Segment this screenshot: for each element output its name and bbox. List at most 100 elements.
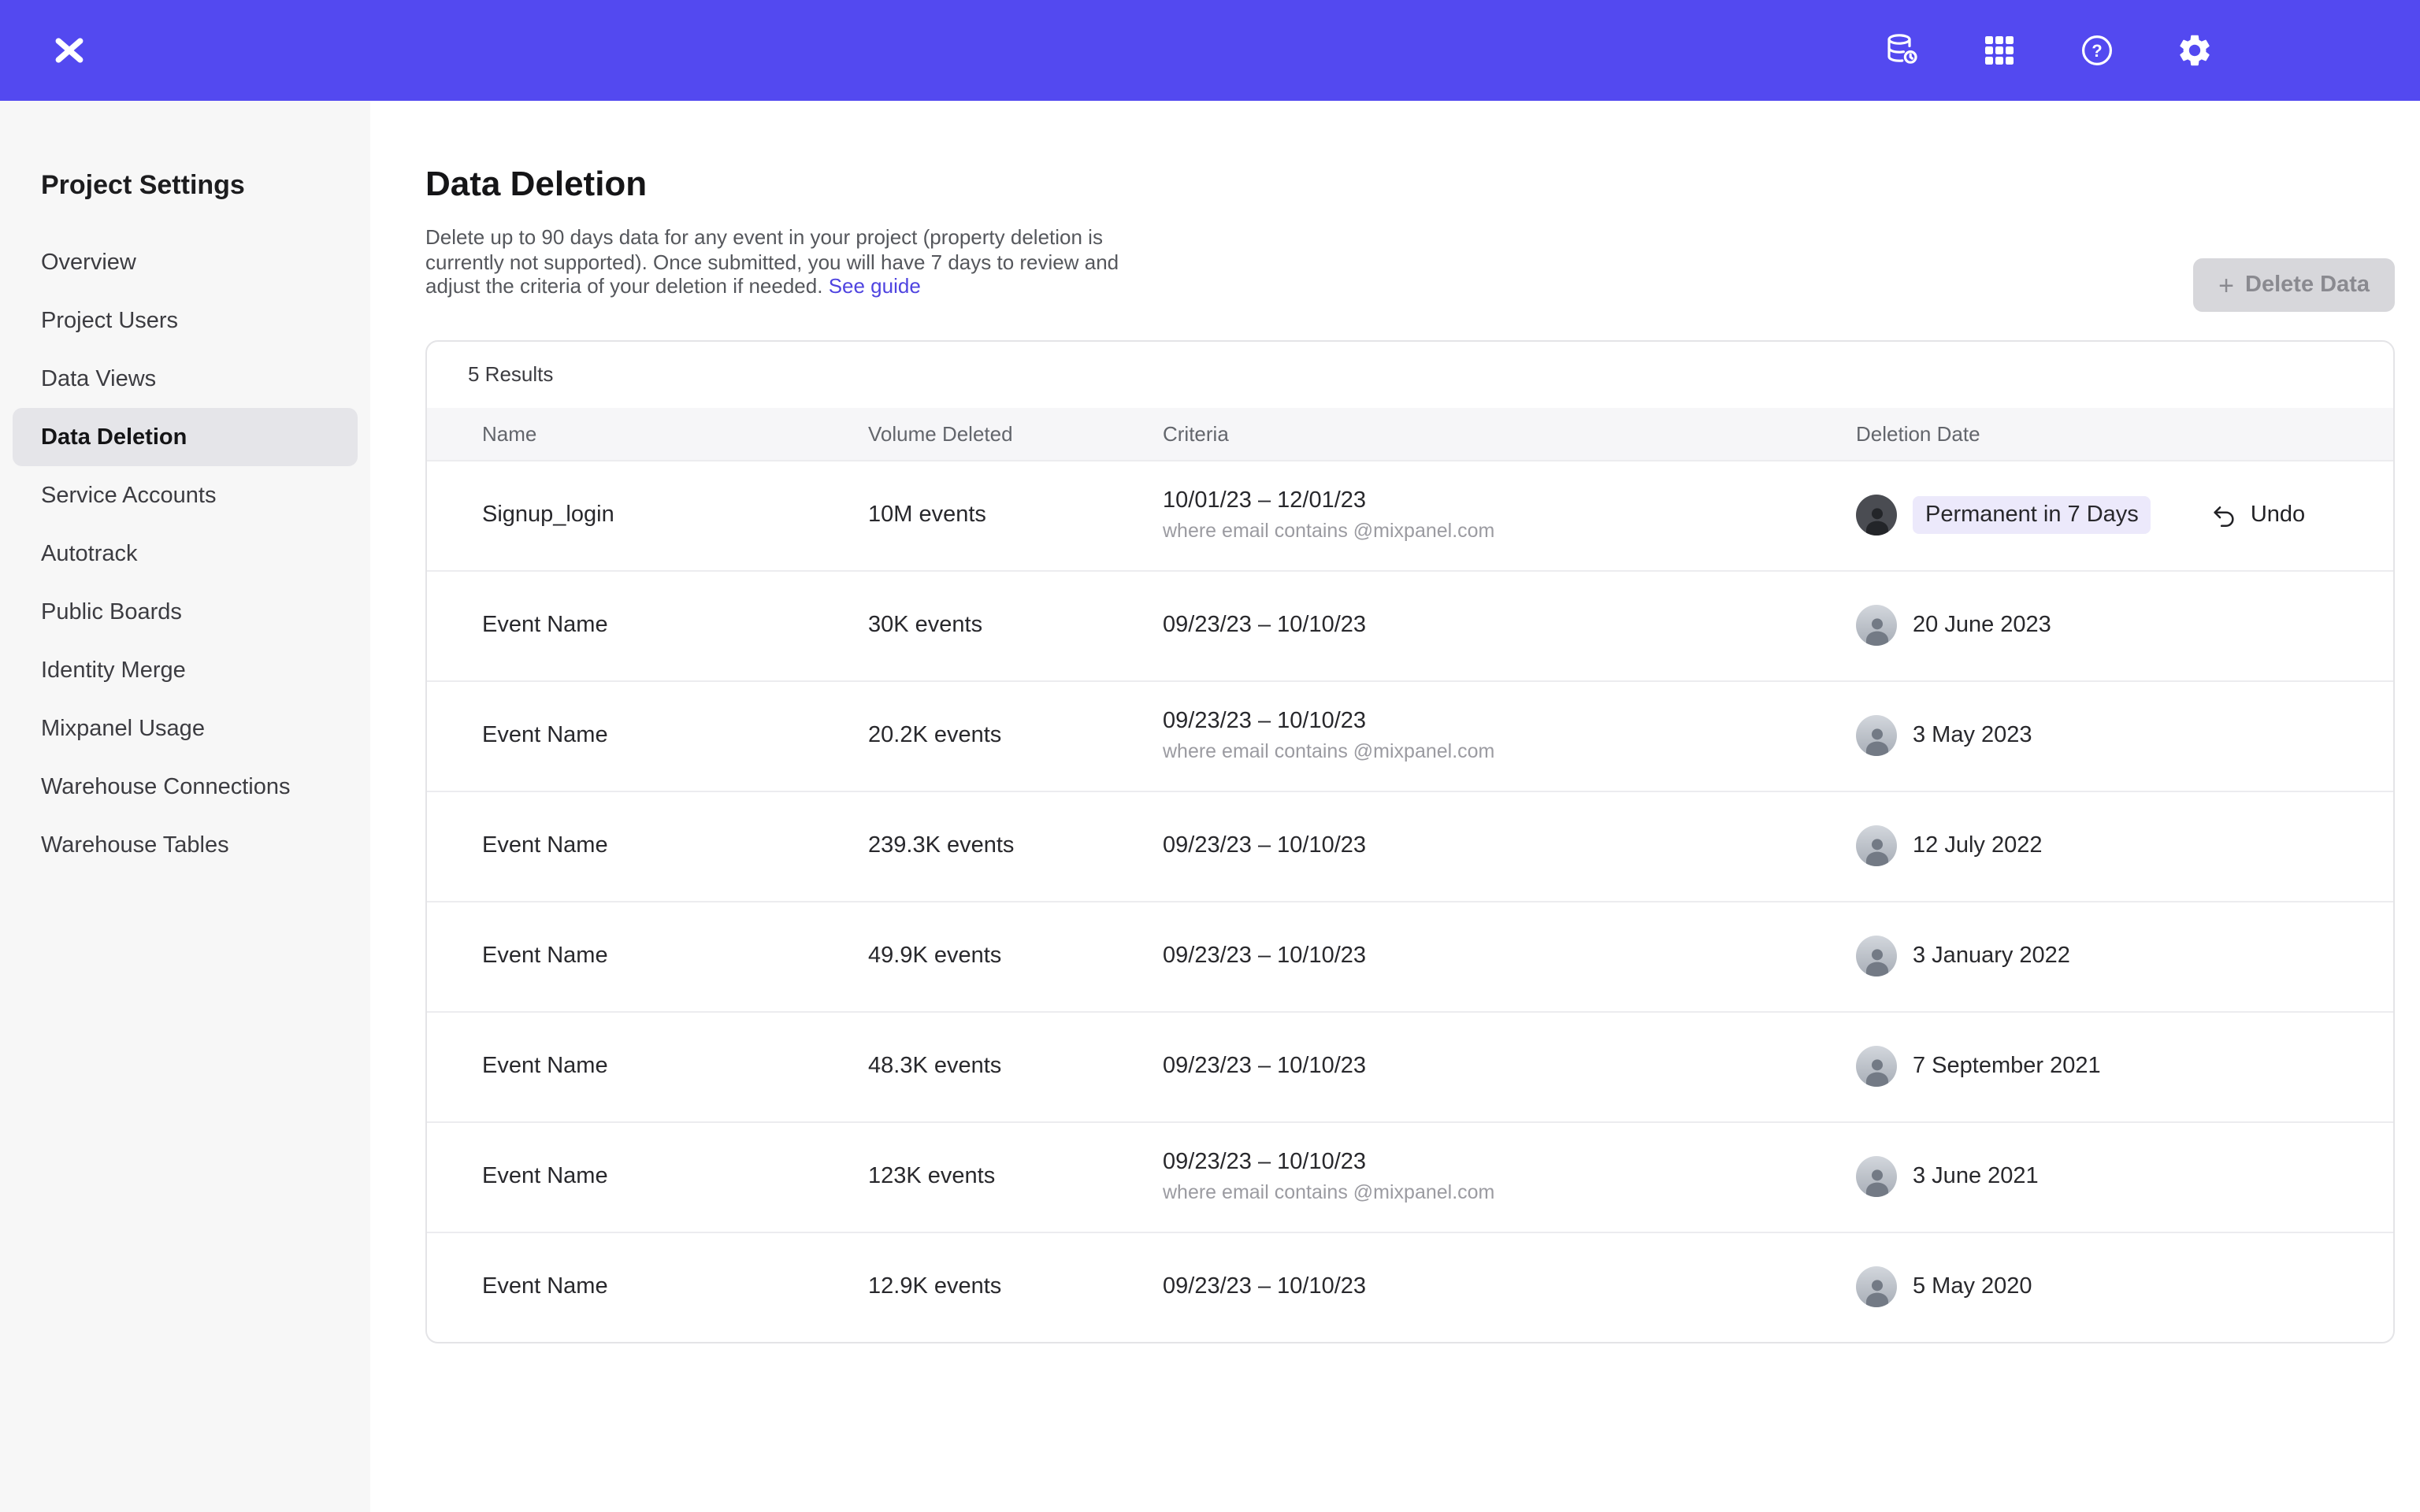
sidebar-item-overview[interactable]: Overview <box>13 233 358 291</box>
row-deletion-date: 20 June 2023 <box>1856 586 2362 665</box>
user-avatar <box>1856 495 1897 536</box>
deletion-status: 12 July 2022 <box>1913 833 2042 858</box>
sidebar-item-warehouse-tables[interactable]: Warehouse Tables <box>13 816 358 874</box>
criteria-date-range: 09/23/23 – 10/10/23 <box>1163 943 1840 969</box>
undo-button[interactable]: Undo <box>2211 502 2305 528</box>
table-row: Event Name 49.9K events 09/23/23 – 10/10… <box>427 900 2393 1010</box>
row-deletion-date: 3 June 2021 <box>1856 1137 2362 1216</box>
description-text: Delete up to 90 days data for any event … <box>425 225 1119 298</box>
table-row: Event Name 20.2K events 09/23/23 – 10/10… <box>427 680 2393 790</box>
user-avatar <box>1856 936 1897 976</box>
row-deletion-date: 3 May 2023 <box>1856 696 2362 775</box>
row-event-name: Event Name <box>482 1145 868 1208</box>
row-criteria: 09/23/23 – 10/10/23 <box>1163 925 1856 988</box>
top-icon-group: ? <box>1881 30 2215 71</box>
sidebar-item-label: Project Users <box>41 308 178 333</box>
row-volume-deleted: 20.2K events <box>868 704 1163 767</box>
sidebar-item-autotrack[interactable]: Autotrack <box>13 524 358 583</box>
sidebar-item-label: Mixpanel Usage <box>41 716 205 741</box>
column-header-name: Name <box>482 421 868 445</box>
row-criteria: 09/23/23 – 10/10/23 <box>1163 594 1856 657</box>
user-avatar <box>1856 1046 1897 1087</box>
table-row: Event Name 12.9K events 09/23/23 – 10/10… <box>427 1231 2393 1341</box>
row-criteria: 09/23/23 – 10/10/23 where email contains… <box>1163 690 1856 781</box>
row-volume-deleted: 12.9K events <box>868 1255 1163 1318</box>
row-event-name: Event Name <box>482 1035 868 1098</box>
row-event-name: Event Name <box>482 1255 868 1318</box>
app: ? Project Settings Overview Project User… <box>0 0 2420 1512</box>
mixpanel-logo-icon[interactable] <box>50 32 88 69</box>
table-header-row: Name Volume Deleted Criteria Deletion Da… <box>427 407 2393 459</box>
settings-gear-icon[interactable] <box>2174 30 2215 71</box>
deletion-status: 5 May 2020 <box>1913 1274 2032 1299</box>
row-volume-deleted: 239.3K events <box>868 814 1163 877</box>
row-volume-deleted: 123K events <box>868 1145 1163 1208</box>
row-volume-deleted: 30K events <box>868 594 1163 657</box>
sidebar-item-mixpanel-usage[interactable]: Mixpanel Usage <box>13 699 358 758</box>
sidebar-item-public-boards[interactable]: Public Boards <box>13 583 358 641</box>
table-row: Event Name 239.3K events 09/23/23 – 10/1… <box>427 790 2393 900</box>
deletion-status: 20 June 2023 <box>1913 613 2051 638</box>
criteria-date-range: 09/23/23 – 10/10/23 <box>1163 833 1840 858</box>
user-avatar <box>1856 1266 1897 1307</box>
row-event-name: Event Name <box>482 925 868 988</box>
deletion-status: 3 January 2022 <box>1913 943 2070 969</box>
column-header-criteria: Criteria <box>1163 421 1856 445</box>
page-description: Delete up to 90 days data for any event … <box>425 225 1138 298</box>
sidebar-item-project-users[interactable]: Project Users <box>13 291 358 350</box>
table-row: Event Name 30K events 09/23/23 – 10/10/2… <box>427 569 2393 680</box>
column-header-volume: Volume Deleted <box>868 421 1163 445</box>
criteria-date-range: 09/23/23 – 10/10/23 <box>1163 613 1840 638</box>
row-volume-deleted: 48.3K events <box>868 1035 1163 1098</box>
table-row: Event Name 48.3K events 09/23/23 – 10/10… <box>427 1010 2393 1121</box>
table-row: Event Name 123K events 09/23/23 – 10/10/… <box>427 1121 2393 1231</box>
sidebar-item-label: Warehouse Tables <box>41 832 229 858</box>
criteria-filter: where email contains @mixpanel.com <box>1163 740 1840 762</box>
row-criteria: 09/23/23 – 10/10/23 <box>1163 1035 1856 1098</box>
row-criteria: 09/23/23 – 10/10/23 where email contains… <box>1163 1131 1856 1222</box>
page-title: Data Deletion <box>425 164 2395 205</box>
user-avatar <box>1856 605 1897 646</box>
sidebar-item-service-accounts[interactable]: Service Accounts <box>13 466 358 524</box>
criteria-date-range: 10/01/23 – 12/01/23 <box>1163 488 1840 513</box>
user-avatar <box>1856 1156 1897 1197</box>
deletion-status: Permanent in 7 Days <box>1913 496 2151 534</box>
row-deletion-date: 12 July 2022 <box>1856 806 2362 885</box>
sidebar-item-label: Service Accounts <box>41 483 216 508</box>
sidebar-item-label: Identity Merge <box>41 658 186 683</box>
sidebar-item-identity-merge[interactable]: Identity Merge <box>13 641 358 699</box>
row-volume-deleted: 49.9K events <box>868 925 1163 988</box>
sidebar-item-label: Data Views <box>41 366 156 391</box>
sidebar-item-data-views[interactable]: Data Views <box>13 350 358 408</box>
sidebar-title: Project Settings <box>0 170 370 202</box>
user-avatar <box>1856 825 1897 866</box>
row-deletion-date: Permanent in 7 Days Undo <box>1856 476 2362 554</box>
see-guide-link[interactable]: See guide <box>829 274 921 298</box>
deletion-table-card: 5 Results Name Volume Deleted Criteria D… <box>425 339 2395 1343</box>
sidebar-item-warehouse-connections[interactable]: Warehouse Connections <box>13 758 358 816</box>
data-management-icon[interactable] <box>1881 30 1922 71</box>
row-deletion-date: 5 May 2020 <box>1856 1247 2362 1326</box>
plus-icon: + <box>2218 272 2234 298</box>
row-event-name: Signup_login <box>482 484 868 547</box>
main-content: Data Deletion Delete up to 90 days data … <box>370 101 2420 1512</box>
sidebar-item-label: Data Deletion <box>41 424 187 450</box>
sidebar-item-label: Public Boards <box>41 599 182 624</box>
row-criteria: 10/01/23 – 12/01/23 where email contains… <box>1163 469 1856 561</box>
results-count: 5 Results <box>427 341 2393 407</box>
top-bar: ? <box>0 0 2420 101</box>
criteria-filter: where email contains @mixpanel.com <box>1163 520 1840 542</box>
criteria-filter: where email contains @mixpanel.com <box>1163 1181 1840 1203</box>
apps-grid-icon[interactable] <box>1979 30 2020 71</box>
deletion-status: 3 June 2021 <box>1913 1164 2039 1189</box>
criteria-date-range: 09/23/23 – 10/10/23 <box>1163 1054 1840 1079</box>
sidebar-item-label: Autotrack <box>41 541 138 566</box>
undo-label: Undo <box>2251 502 2305 528</box>
sidebar-item-data-deletion[interactable]: Data Deletion <box>13 408 358 466</box>
help-icon[interactable]: ? <box>2077 30 2118 71</box>
row-deletion-date: 3 January 2022 <box>1856 917 2362 995</box>
sidebar-item-label: Overview <box>41 250 136 275</box>
delete-data-button[interactable]: + Delete Data <box>2193 258 2395 312</box>
row-event-name: Event Name <box>482 594 868 657</box>
row-criteria: 09/23/23 – 10/10/23 <box>1163 1255 1856 1318</box>
